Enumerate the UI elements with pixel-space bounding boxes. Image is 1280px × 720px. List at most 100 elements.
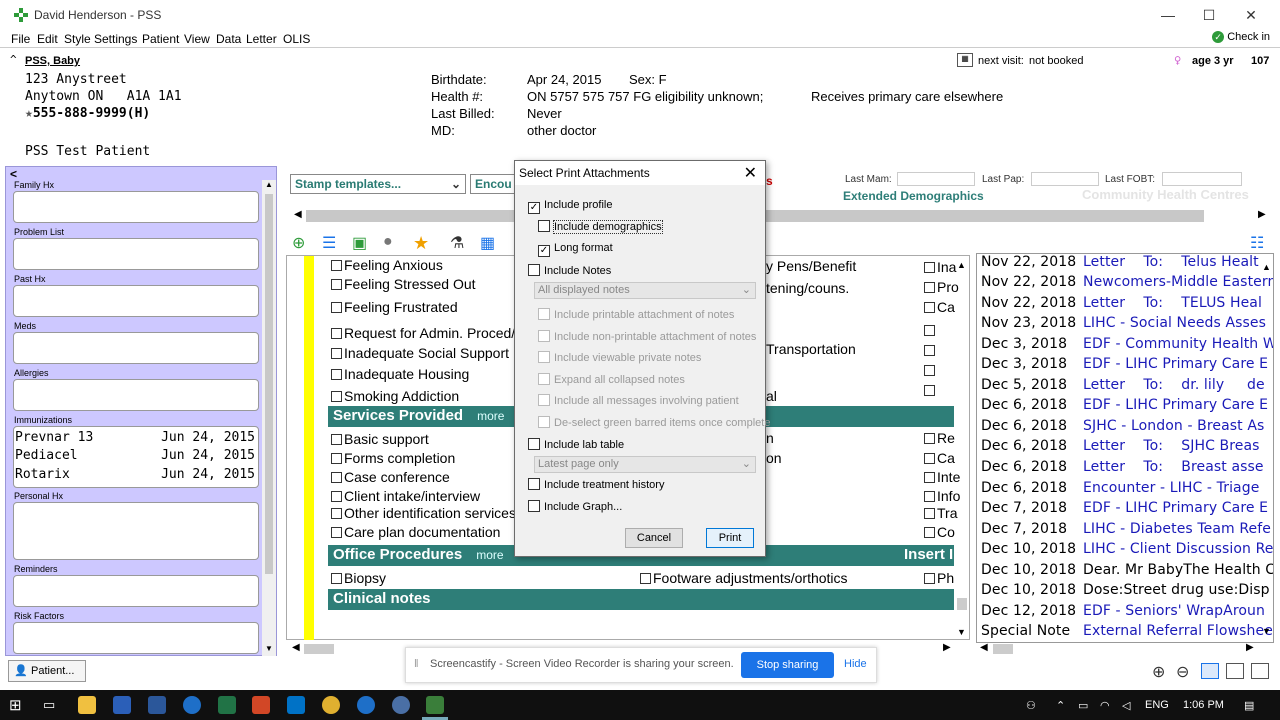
- layout-split-icon[interactable]: [1226, 663, 1244, 679]
- dialog-close-icon[interactable]: ✕: [744, 163, 757, 183]
- edge-icon[interactable]: [183, 696, 201, 714]
- checkbox-basic-support[interactable]: Basic support: [331, 431, 429, 447]
- notes-scroll-up-icon[interactable]: ▲: [1262, 262, 1271, 272]
- word-icon[interactable]: [148, 696, 166, 714]
- calendar-icon[interactable]: ▦: [957, 53, 973, 67]
- menu-edit[interactable]: Edit: [37, 32, 58, 46]
- menu-data[interactable]: Data: [216, 32, 241, 46]
- more-link[interactable]: more: [477, 409, 504, 423]
- sidebar-scrollbar[interactable]: ▲ ▼: [262, 180, 276, 656]
- checkbox-col3-5[interactable]: [924, 342, 937, 358]
- patient-button[interactable]: 👤 Patient...: [8, 660, 86, 682]
- pss-app-icon[interactable]: [426, 696, 444, 714]
- checkbox-svc-col3-3[interactable]: Inte: [924, 469, 960, 485]
- family-hx-box[interactable]: [13, 191, 259, 223]
- note-row[interactable]: Dec 6, 2018 SJHC - London - Breast As: [981, 418, 1264, 434]
- note-row[interactable]: Nov 22, 2018 Letter To: TELUS Heal: [981, 295, 1262, 311]
- printable-attachment-checkbox[interactable]: Include printable attachment of notes: [538, 308, 734, 321]
- viewable-private-checkbox[interactable]: Include viewable private notes: [538, 351, 701, 364]
- immunization-row[interactable]: Rotarix Jun 24, 2015: [15, 467, 255, 482]
- more-link[interactable]: more: [476, 548, 503, 562]
- notes-hscroll-thumb[interactable]: [993, 644, 1013, 654]
- tray-chevron-icon[interactable]: ⌃: [1056, 699, 1065, 712]
- past-hx-box[interactable]: [13, 285, 259, 317]
- checkbox-feeling-stressed[interactable]: Feeling Stressed Out: [331, 276, 476, 292]
- checkbox-col3-4[interactable]: [924, 322, 937, 338]
- checkbox-footware[interactable]: Footware adjustments/orthotics: [640, 570, 848, 586]
- checkbox-inadequate-housing[interactable]: Inadequate Housing: [331, 366, 469, 382]
- checkbox-col3-2[interactable]: Pro: [924, 279, 959, 295]
- checkbox-care-plan[interactable]: Care plan documentation: [331, 524, 500, 540]
- checkbox-col3-3[interactable]: Ca: [924, 299, 955, 315]
- immunization-row[interactable]: Prevnar 13 Jun 24, 2015: [15, 430, 255, 445]
- zoom-out-icon[interactable]: ⊖: [1176, 662, 1189, 682]
- volume-icon[interactable]: ◁: [1122, 699, 1130, 712]
- layout-single-icon[interactable]: [1201, 663, 1219, 679]
- check-in-button[interactable]: ✓ Check in: [1212, 31, 1270, 44]
- include-demographics-checkbox[interactable]: Include demographics: [538, 220, 663, 234]
- windows-start-icon[interactable]: ⊞: [9, 696, 22, 714]
- include-lab-table-checkbox[interactable]: Include lab table: [528, 438, 624, 451]
- checkbox-feeling-frustrated[interactable]: Feeling Frustrated: [331, 299, 458, 315]
- personal-hx-box[interactable]: [13, 502, 259, 560]
- checkbox-client-intake[interactable]: Client intake/interview: [331, 488, 480, 504]
- menu-view[interactable]: View: [184, 32, 210, 46]
- checkbox-other-identification[interactable]: Other identification services: [331, 505, 516, 521]
- risk-factors-box[interactable]: [13, 622, 259, 654]
- checkbox-request-admin[interactable]: Request for Admin. Proced/I: [331, 325, 519, 341]
- people-icon[interactable]: ⚇: [1026, 699, 1036, 712]
- expand-collapsed-checkbox[interactable]: Expand all collapsed notes: [538, 373, 685, 386]
- all-messages-checkbox[interactable]: Include all messages involving patient: [538, 394, 739, 407]
- puzzle-icon[interactable]: ●: [383, 233, 401, 251]
- menu-settings[interactable]: Settings: [94, 32, 137, 46]
- clock[interactable]: 1:06 PM: [1183, 699, 1224, 711]
- last-pap-field[interactable]: [1031, 172, 1099, 186]
- notes-scroll-left-icon[interactable]: ◀: [980, 642, 988, 653]
- note-row[interactable]: Dec 10, 2018 Dear. Mr BabyThe Health C: [981, 562, 1273, 578]
- note-row[interactable]: Dec 10, 2018 LIHC - Client Discussion Re: [981, 541, 1273, 557]
- star-favorite-icon[interactable]: ★: [413, 233, 431, 253]
- problem-list-box[interactable]: [13, 238, 259, 270]
- form-scroll-right-icon[interactable]: ▶: [943, 642, 951, 653]
- form-scroll-up-icon[interactable]: ▲: [957, 260, 966, 270]
- note-row[interactable]: Dec 6, 2018 Letter To: SJHC Breas: [981, 438, 1260, 454]
- checkbox-col3-7[interactable]: [924, 382, 937, 398]
- checkbox-svc-col3-2[interactable]: Ca: [924, 450, 955, 466]
- hide-button[interactable]: Hide: [844, 658, 867, 670]
- encounter-select[interactable]: Encou: [470, 174, 516, 194]
- last-mam-field[interactable]: [897, 172, 975, 186]
- form-hscroll-thumb[interactable]: [304, 644, 334, 654]
- include-graph-checkbox[interactable]: Include Graph...: [528, 500, 622, 513]
- reminders-box[interactable]: [13, 575, 259, 607]
- checkbox-svc-col3-1[interactable]: Re: [924, 430, 955, 446]
- menu-file[interactable]: File: [11, 32, 30, 46]
- collapse-caret-icon[interactable]: ^: [10, 53, 17, 66]
- close-button[interactable]: ✕: [1238, 4, 1264, 26]
- notification-icon[interactable]: ▤: [1244, 699, 1254, 712]
- note-row[interactable]: Nov 23, 2018 LIHC - Social Needs Asses: [981, 315, 1266, 331]
- menu-olis[interactable]: OLIS: [283, 32, 310, 46]
- patient-name[interactable]: PSS, Baby: [25, 55, 80, 67]
- checkbox-svc-col3-4[interactable]: Info: [924, 488, 960, 504]
- meds-box[interactable]: [13, 332, 259, 364]
- menu-patient[interactable]: Patient: [142, 32, 179, 46]
- drag-handle-icon[interactable]: ‖: [414, 658, 419, 670]
- lab-scope-select[interactable]: Latest page only ⌄: [534, 456, 756, 473]
- menu-style[interactable]: Style: [64, 32, 91, 46]
- scroll-down-icon[interactable]: ▼: [265, 644, 273, 653]
- notes-app-icon[interactable]: [113, 696, 131, 714]
- note-row[interactable]: Dec 3, 2018 EDF - Community Health W: [981, 336, 1273, 352]
- note-row[interactable]: Dec 7, 2018 EDF - LIHC Primary Care E: [981, 500, 1268, 516]
- last-fobt-field[interactable]: [1162, 172, 1242, 186]
- excel-icon[interactable]: [218, 696, 236, 714]
- scroll-up-icon[interactable]: ▲: [265, 180, 273, 189]
- checkbox-col3-1[interactable]: Ina: [924, 259, 956, 275]
- add-image-icon[interactable]: ▣: [352, 233, 370, 252]
- powerpoint-icon[interactable]: [252, 696, 270, 714]
- extended-demographics-link[interactable]: Extended Demographics: [843, 189, 984, 203]
- immunization-row[interactable]: Pediacel Jun 24, 2015: [15, 448, 255, 463]
- long-format-checkbox[interactable]: ✓ Long format: [538, 242, 613, 257]
- scroll-thumb[interactable]: [265, 194, 273, 574]
- stamp-templates-select[interactable]: Stamp templates... ⌄: [290, 174, 466, 194]
- ie-icon[interactable]: [357, 696, 375, 714]
